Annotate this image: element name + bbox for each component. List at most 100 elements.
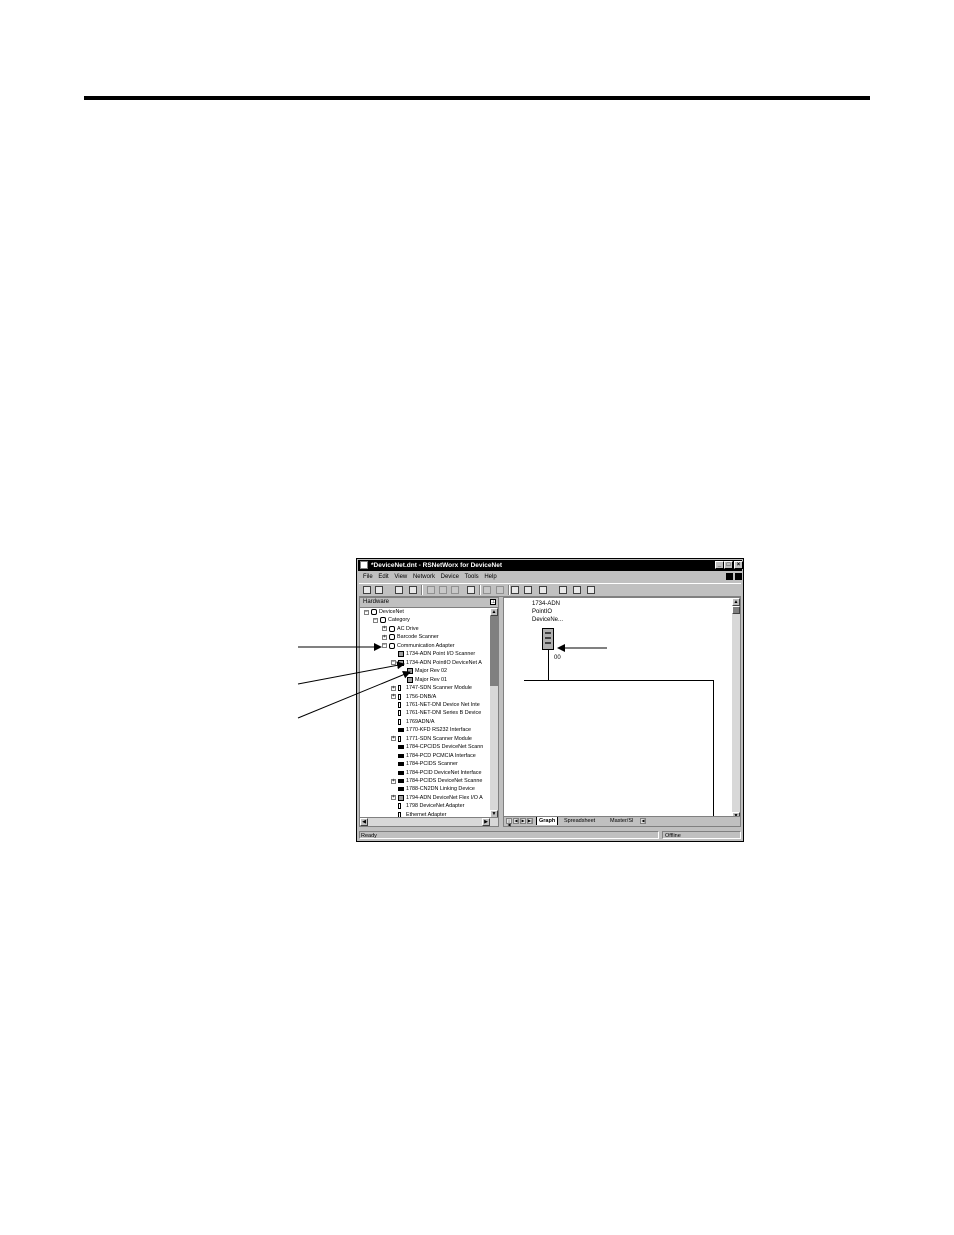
tab-spreadsheet[interactable]: Spreadsheet — [562, 817, 597, 825]
scroll-right-arrow-icon[interactable]: ▶ — [482, 818, 490, 826]
scroll-thumb[interactable] — [732, 606, 740, 614]
mdi-restore-icon[interactable] — [726, 573, 733, 580]
tree-node[interactable]: 1784-CPCIDS DeviceNet Scann — [360, 743, 490, 751]
tree-node-label: 1761-NET-DNI Device Net Inte — [406, 701, 480, 708]
first-tab-icon[interactable]: |◀ — [506, 818, 512, 827]
menu-help[interactable]: Help — [484, 572, 496, 582]
scroll-thumb[interactable] — [490, 616, 498, 686]
upload-icon[interactable] — [483, 586, 491, 594]
pane-pin-icon[interactable]: ⊥ — [490, 599, 496, 605]
tab-graph[interactable]: Graph — [536, 817, 559, 825]
tree-node[interactable]: − 1734-ADN PointIO DeviceNet A — [360, 659, 490, 667]
menu-file[interactable]: File — [363, 572, 373, 582]
collapse-icon[interactable]: − — [364, 609, 369, 615]
tree-node[interactable]: 1761-NET-DNI Series B Device — [360, 709, 490, 717]
expand-icon[interactable]: + — [391, 685, 396, 691]
hardware-view-icon[interactable] — [511, 586, 519, 594]
expand-icon[interactable]: + — [391, 795, 396, 801]
network-icon[interactable] — [559, 586, 567, 594]
hardware-vertical-scrollbar[interactable]: ▲ ▼ — [490, 608, 498, 818]
tree-node[interactable]: + AC Drive — [360, 625, 490, 633]
tree-node[interactable]: 1784-PCIDS Scanner — [360, 760, 490, 768]
menu-view[interactable]: View — [394, 572, 407, 582]
scroll-left-arrow-icon[interactable]: ◀ — [360, 818, 368, 826]
close-button[interactable]: × — [734, 561, 743, 569]
expand-icon[interactable]: + — [391, 694, 396, 699]
toolbar-separator — [508, 585, 510, 595]
tree-node[interactable]: Major Rev 01 — [360, 676, 490, 684]
menu-tools[interactable]: Tools — [465, 572, 479, 582]
tree-node[interactable]: 1798 DeviceNet Adapter — [360, 802, 490, 810]
scroll-up-arrow-icon[interactable]: ▲ — [490, 608, 498, 616]
hardware-tree: − DeviceNet − Category + AC Drive + Barcode Sca… — [360, 608, 490, 818]
tree-node[interactable]: +1747-SDN Scanner Module — [360, 684, 490, 692]
help-icon[interactable] — [587, 586, 595, 594]
scroll-up-arrow-icon[interactable]: ▲ — [732, 598, 740, 606]
tree-node[interactable]: 1769ADN/A — [360, 718, 490, 726]
expand-icon[interactable]: + — [382, 626, 387, 632]
open-icon[interactable] — [375, 586, 383, 594]
next-tab-icon[interactable]: ▶ — [520, 818, 526, 824]
tree-node[interactable]: − DeviceNet — [360, 608, 490, 616]
tree-node[interactable]: +1771-SDN Scanner Module — [360, 735, 490, 743]
toolbar-separator — [479, 585, 481, 595]
save-icon[interactable] — [395, 586, 403, 594]
cut-icon[interactable] — [427, 586, 435, 594]
expand-icon[interactable]: + — [382, 634, 387, 640]
tree-node[interactable]: +1756-DNB/A — [360, 693, 490, 701]
menu-edit[interactable]: Edit — [378, 572, 388, 582]
app-icon — [360, 561, 368, 569]
tree-node[interactable]: 1788-CN2DN Linking Device — [360, 785, 490, 793]
tree-node-label: Major Rev 02 — [415, 668, 448, 675]
maximize-button[interactable]: □ — [724, 561, 733, 569]
folder-icon — [371, 609, 377, 615]
tree-node[interactable]: − Category — [360, 616, 490, 624]
tree-node[interactable]: 1784-PCID DeviceNet Interface — [360, 769, 490, 777]
point-io-adapter-device-icon[interactable] — [542, 628, 554, 650]
graph-vertical-scrollbar[interactable]: ▲ ▼ — [732, 598, 740, 820]
copy-icon[interactable] — [439, 586, 447, 594]
expand-icon[interactable]: + — [391, 778, 396, 784]
last-tab-icon[interactable]: ▶| — [527, 818, 533, 824]
tree-node[interactable]: +1784-PCIDS DeviceNet Scanne — [360, 777, 490, 785]
menu-network[interactable]: Network — [413, 572, 435, 582]
title-bar[interactable]: *DeviceNet.dnt - RSNetWorx for DeviceNet… — [358, 560, 743, 571]
hardware-header: Hardware ⊥ — [360, 598, 498, 608]
tree-node[interactable]: Major Rev 02 — [360, 667, 490, 675]
expand-icon[interactable]: + — [391, 736, 396, 742]
tab-scroll-left-icon[interactable]: ◀ — [640, 818, 646, 824]
device-icon — [398, 794, 404, 801]
collapse-icon[interactable]: − — [391, 660, 396, 666]
new-icon[interactable] — [363, 586, 371, 594]
properties-icon[interactable] — [539, 586, 547, 594]
bar-icon — [398, 728, 404, 733]
tree-node[interactable]: 1734-ADN Point I/O Scanner — [360, 650, 490, 658]
report-icon[interactable] — [573, 586, 581, 594]
thin-icon — [398, 685, 401, 692]
print-icon[interactable] — [409, 586, 417, 594]
tree-node[interactable]: 1770-KFD RS232 Interface — [360, 726, 490, 734]
collapse-icon[interactable]: − — [382, 643, 387, 649]
online-icon[interactable] — [467, 586, 475, 594]
tree-node-label: 1761-NET-DNI Series B Device — [406, 710, 482, 717]
mdi-close-icon[interactable] — [735, 573, 742, 580]
download-icon[interactable] — [496, 586, 504, 594]
collapse-icon[interactable]: − — [373, 617, 378, 623]
status-bar: Ready Offline — [359, 831, 741, 840]
tree-view-icon[interactable] — [524, 586, 532, 594]
tree-node[interactable]: 1784-PCD PCMCIA Interface — [360, 752, 490, 760]
tab-master-slave[interactable]: Master/Sl — [608, 817, 635, 825]
bar-icon — [398, 779, 404, 783]
tree-node[interactable]: + Barcode Scanner — [360, 633, 490, 641]
tree-node[interactable]: 1761-NET-DNI Device Net Inte — [360, 701, 490, 709]
tree-node-label: AC Drive — [397, 625, 419, 632]
paste-icon[interactable] — [451, 586, 459, 594]
menu-device[interactable]: Device — [441, 572, 459, 582]
bar-icon — [398, 787, 404, 792]
hardware-horizontal-scrollbar[interactable]: ◀ ▶ — [360, 817, 498, 826]
prev-tab-icon[interactable]: ◀ — [513, 818, 519, 824]
tree-node[interactable]: +1794-ADN DeviceNet Flex I/O A — [360, 794, 490, 802]
device-icon — [398, 659, 404, 666]
minimize-button[interactable]: _ — [715, 561, 724, 569]
tree-node[interactable]: − Communication Adapter — [360, 642, 490, 650]
